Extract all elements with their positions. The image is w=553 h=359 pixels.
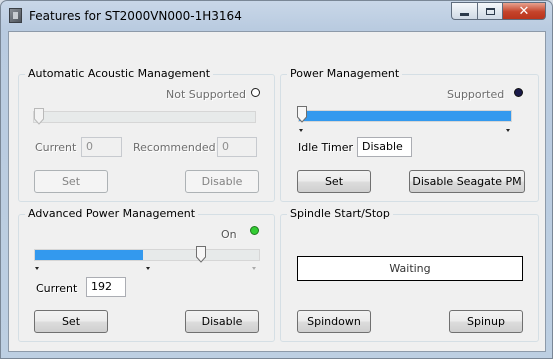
apm-slider-tick-mid bbox=[146, 267, 150, 270]
minimize-icon bbox=[460, 12, 469, 16]
apm-status-led bbox=[250, 226, 259, 235]
pm-status-led bbox=[514, 88, 523, 97]
spindle-group-title: Spindle Start/Stop bbox=[287, 207, 393, 220]
pm-slider-tick-max bbox=[506, 129, 510, 132]
apm-disable-button[interactable]: Disable bbox=[185, 310, 259, 333]
aam-slider-track bbox=[33, 111, 256, 123]
aam-status-led bbox=[251, 88, 260, 97]
maximize-icon bbox=[485, 7, 495, 15]
aam-disable-button[interactable]: Disable bbox=[185, 170, 259, 193]
close-icon: ✕ bbox=[518, 3, 530, 19]
apm-current-field[interactable]: 192 bbox=[86, 277, 126, 297]
minimize-button[interactable] bbox=[451, 2, 477, 20]
aam-slider-thumb[interactable] bbox=[34, 108, 44, 125]
close-button[interactable]: ✕ bbox=[502, 2, 546, 20]
pm-slider-track bbox=[298, 110, 512, 122]
aam-recommended-label: Recommended bbox=[133, 141, 216, 154]
apm-slider-track bbox=[34, 249, 260, 261]
pm-slider-thumb[interactable] bbox=[297, 106, 307, 123]
pm-idle-timer-field[interactable]: Disable bbox=[357, 137, 412, 157]
aam-group: Automatic Acoustic Management Not Suppor… bbox=[18, 67, 275, 202]
aam-status-text: Not Supported bbox=[166, 88, 247, 101]
apm-group: Advanced Power Management On Current 192… bbox=[18, 207, 275, 342]
aam-set-button[interactable]: Set bbox=[34, 170, 108, 193]
pm-slider-tick-min bbox=[299, 129, 303, 132]
apm-group-title: Advanced Power Management bbox=[25, 207, 199, 220]
spindle-status-box: Waiting bbox=[297, 256, 523, 281]
pm-group: Power Management Supported Idle Timer Di… bbox=[280, 67, 539, 202]
aam-group-title: Automatic Acoustic Management bbox=[25, 67, 214, 80]
pm-set-button[interactable]: Set bbox=[297, 170, 371, 193]
maximize-button[interactable] bbox=[477, 2, 502, 20]
spindle-status-text: Waiting bbox=[389, 262, 431, 275]
features-window: Features for ST2000VN000-1H3164 ✕ Automa… bbox=[0, 0, 553, 359]
apm-current-label: Current bbox=[36, 282, 78, 295]
apm-slider-tick-min bbox=[35, 267, 39, 270]
title-bar[interactable]: Features for ST2000VN000-1H3164 ✕ bbox=[1, 1, 552, 31]
apm-slider-tick-max bbox=[252, 267, 256, 270]
apm-slider-fill bbox=[35, 250, 143, 260]
apm-status-text: On bbox=[221, 228, 237, 241]
aam-current-field: 0 bbox=[81, 137, 122, 157]
aam-current-label: Current bbox=[35, 141, 77, 154]
pm-slider-fill bbox=[299, 111, 511, 121]
pm-disable-seagate-pm-button[interactable]: Disable Seagate PM bbox=[409, 170, 525, 193]
spindle-group: Spindle Start/Stop Waiting Spindown Spin… bbox=[280, 207, 539, 342]
pm-idle-timer-label: Idle Timer bbox=[298, 141, 353, 154]
apm-slider-thumb[interactable] bbox=[196, 246, 206, 263]
spinup-button[interactable]: Spinup bbox=[449, 310, 523, 333]
apm-set-button[interactable]: Set bbox=[34, 310, 108, 333]
client-area: Automatic Acoustic Management Not Suppor… bbox=[8, 31, 546, 352]
app-icon bbox=[9, 8, 22, 23]
pm-status-text: Supported bbox=[447, 88, 505, 101]
spindown-button[interactable]: Spindown bbox=[297, 310, 371, 333]
pm-group-title: Power Management bbox=[287, 67, 403, 80]
window-title: Features for ST2000VN000-1H3164 bbox=[29, 9, 242, 23]
aam-recommended-field: 0 bbox=[217, 137, 257, 157]
